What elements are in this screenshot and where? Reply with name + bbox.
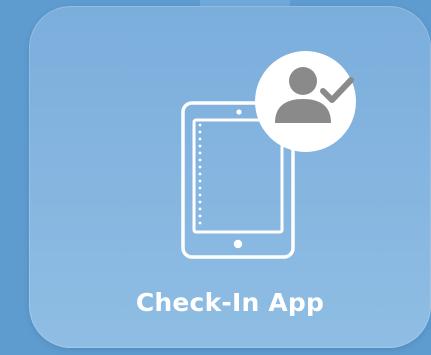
- user-check-icon: [275, 67, 354, 123]
- app-label: Check-In App: [135, 288, 325, 317]
- user-check-badge: [255, 51, 356, 152]
